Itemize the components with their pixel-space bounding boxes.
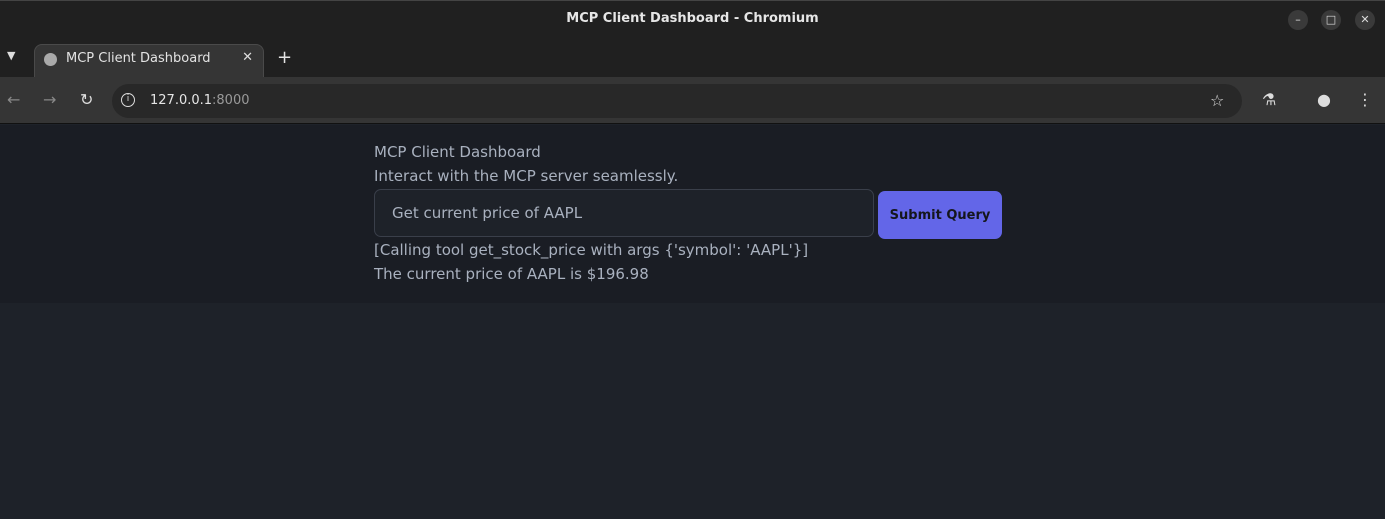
labs-flask-icon[interactable]: ⚗ — [1262, 90, 1276, 109]
page-title: MCP Client Dashboard — [374, 143, 541, 161]
reload-icon[interactable]: ↻ — [80, 90, 93, 109]
close-window-icon[interactable]: ✕ — [1355, 10, 1375, 30]
back-icon[interactable]: ← — [7, 90, 20, 109]
minimize-icon[interactable]: – — [1288, 10, 1308, 30]
profile-icon[interactable]: ● — [1317, 90, 1331, 109]
tab-search-chevron-icon[interactable]: ▼ — [7, 49, 15, 62]
maximize-icon[interactable]: □ — [1321, 10, 1341, 30]
tool-call-output: [Calling tool get_stock_price with args … — [374, 241, 809, 259]
query-input[interactable] — [374, 189, 874, 237]
new-tab-icon[interactable]: + — [277, 47, 292, 68]
window-titlebar: MCP Client Dashboard - Chromium – □ ✕ — [0, 0, 1385, 38]
url-text: 127.0.0.1:8000 — [150, 93, 250, 108]
globe-icon — [44, 53, 57, 66]
tab-title: MCP Client Dashboard — [66, 51, 211, 66]
bookmark-star-icon[interactable]: ☆ — [1210, 91, 1224, 110]
tab-strip: ▼ MCP Client Dashboard ✕ + — [0, 38, 1385, 77]
submit-query-button[interactable]: Submit Query — [878, 191, 1002, 239]
menu-kebab-icon[interactable]: ⋮ — [1357, 90, 1373, 109]
close-tab-icon[interactable]: ✕ — [242, 50, 253, 65]
url-host: 127.0.0.1 — [150, 93, 213, 108]
page-subtitle: Interact with the MCP server seamlessly. — [374, 167, 679, 185]
result-output: The current price of AAPL is $196.98 — [374, 265, 649, 283]
info-icon[interactable]: i — [121, 93, 135, 107]
address-bar[interactable]: i 127.0.0.1:8000 ☆ — [112, 84, 1242, 118]
forward-icon[interactable]: → — [43, 90, 56, 109]
url-port: :8000 — [212, 93, 250, 108]
browser-toolbar: ← → ↻ i 127.0.0.1:8000 ☆ ⚗ ● ⋮ — [0, 77, 1385, 124]
window-title: MCP Client Dashboard - Chromium — [566, 11, 819, 26]
tab-active[interactable]: MCP Client Dashboard ✕ — [34, 44, 264, 77]
